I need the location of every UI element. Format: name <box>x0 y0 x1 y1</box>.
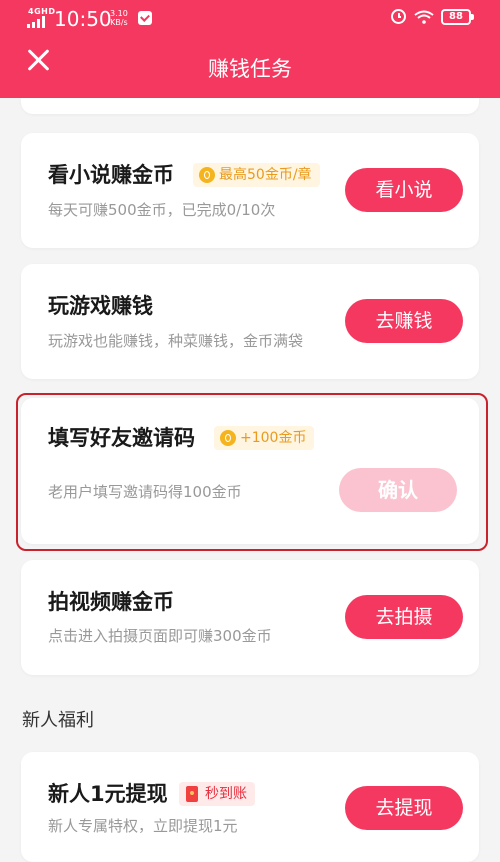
status-time: 10:50 <box>54 7 112 31</box>
task-card-newbie-withdraw: 新人1元提现 秒到账 新人专属特权，立即提现1元 去提现 <box>21 752 479 862</box>
withdraw-button[interactable]: 去提现 <box>345 786 463 830</box>
page-title: 赚钱任务 <box>208 57 292 81</box>
battery-icon: 88 <box>441 9 474 25</box>
read-novel-button[interactable]: 看小说 <box>345 168 463 212</box>
task-card-prev <box>21 98 479 114</box>
section-title-newbie: 新人福利 <box>22 710 94 731</box>
network-speed: 3.10 KB/s <box>110 9 128 27</box>
instant-badge-text: 秒到账 <box>205 786 247 802</box>
app-header: 4GHD 10:50 3.10 KB/s 88 赚钱任务 <box>0 0 500 98</box>
notification-icon <box>138 11 152 25</box>
task-title: 拍视频赚金币 <box>48 590 174 614</box>
network-type: 4GHD <box>28 7 56 16</box>
highlight-frame <box>16 393 488 551</box>
task-desc: 点击进入拍摄页面即可赚300金币 <box>48 627 272 645</box>
task-card-shoot-video: 拍视频赚金币 点击进入拍摄页面即可赚300金币 去拍摄 <box>21 560 479 675</box>
reward-badge-text: 最高50金币/章 <box>219 167 312 183</box>
task-desc: 新人专属特权，立即提现1元 <box>48 817 238 835</box>
wifi-icon <box>414 10 434 24</box>
speed-value: 3.10 <box>110 9 128 18</box>
task-title: 看小说赚金币 <box>48 163 174 187</box>
shoot-video-button[interactable]: 去拍摄 <box>345 595 463 639</box>
earn-money-button[interactable]: 去赚钱 <box>345 299 463 343</box>
reward-badge: 最高50金币/章 <box>193 163 320 187</box>
red-packet-icon <box>186 786 198 802</box>
alarm-icon <box>391 9 406 24</box>
status-bar: 4GHD 10:50 3.10 KB/s 88 <box>0 0 500 38</box>
speed-unit: KB/s <box>110 18 128 27</box>
task-title: 玩游戏赚钱 <box>48 294 153 318</box>
task-title: 新人1元提现 <box>48 782 168 806</box>
task-card-read-novel: 看小说赚金币 最高50金币/章 每天可赚500金币，已完成0/10次 看小说 <box>21 133 479 248</box>
task-card-play-game: 玩游戏赚钱 玩游戏也能赚钱，种菜赚钱，金币满袋 去赚钱 <box>21 264 479 379</box>
signal-icon <box>27 16 49 28</box>
instant-badge: 秒到账 <box>179 782 255 806</box>
coin-icon <box>199 167 215 183</box>
task-desc: 每天可赚500金币，已完成0/10次 <box>48 201 276 219</box>
task-desc: 玩游戏也能赚钱，种菜赚钱，金币满袋 <box>48 332 304 350</box>
